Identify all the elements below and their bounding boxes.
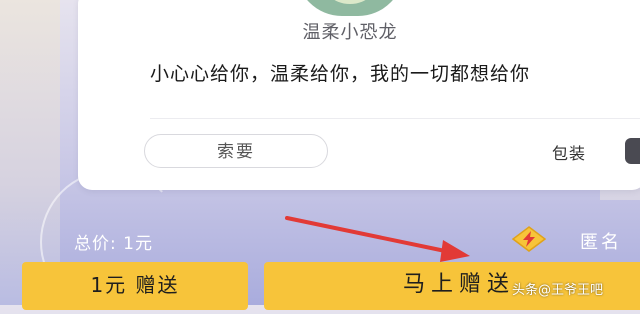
card-divider <box>150 118 640 119</box>
gift-box-icon[interactable] <box>625 138 640 164</box>
total-price: 总价: 1元 <box>74 234 153 254</box>
anonymous-toggle-label[interactable]: 匿名 <box>580 228 622 254</box>
gift-name: 温柔小恐龙 <box>302 22 398 43</box>
gift-1-yuan-button[interactable]: 1元 赠送 <box>22 262 248 310</box>
gift-description: 小心心给你，温柔给你，我的一切都想给你 <box>150 63 531 85</box>
lightning-badge-icon[interactable] <box>512 226 546 252</box>
watermark: 头条@王爷王吧 <box>512 283 604 298</box>
pack-label[interactable]: 包装 <box>552 140 586 164</box>
ask-button[interactable]: 索要 <box>144 134 328 168</box>
